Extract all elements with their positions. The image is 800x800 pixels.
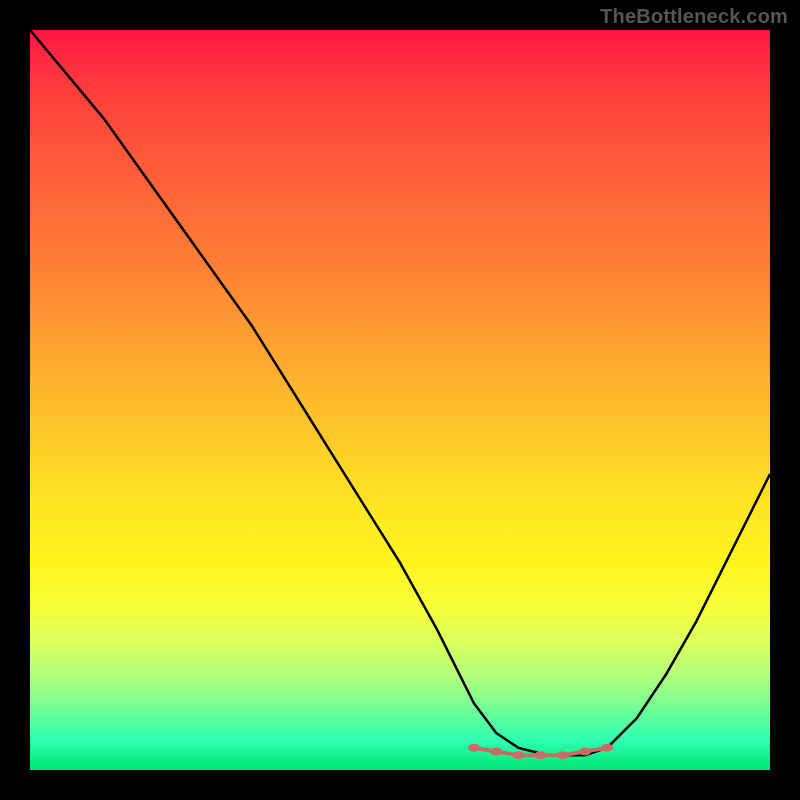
optimal-marker	[601, 744, 613, 752]
plot-area	[30, 30, 770, 770]
optimal-marker	[468, 744, 480, 752]
optimal-marker	[512, 751, 524, 759]
chart-frame: TheBottleneck.com	[0, 0, 800, 800]
optimal-marker	[579, 748, 591, 756]
optimal-marker	[535, 751, 547, 759]
curve-svg	[30, 30, 770, 770]
optimal-range-markers	[468, 744, 613, 759]
optimal-marker	[557, 751, 569, 759]
optimal-marker	[490, 748, 502, 756]
watermark-text: TheBottleneck.com	[600, 6, 788, 29]
bottleneck-curve	[30, 30, 770, 755]
